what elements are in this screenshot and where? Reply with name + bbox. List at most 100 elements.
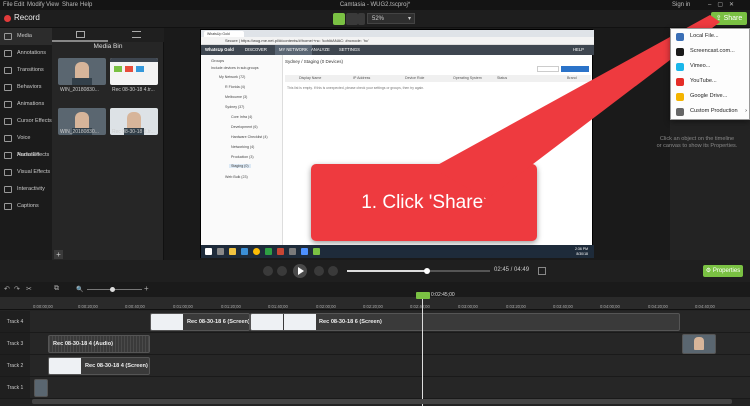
tree-item: Networking (4) xyxy=(231,145,255,149)
share-menu-custom-production[interactable]: Custom Production › xyxy=(671,104,750,119)
sidebar-item-audio-effects[interactable]: Audio Effects xyxy=(0,147,52,164)
timeline-clip[interactable]: Rec 08-30-18 6 (Screen) xyxy=(150,313,250,331)
redo-icon[interactable]: ↷ xyxy=(14,285,20,293)
cut-icon[interactable]: ✂ xyxy=(26,285,32,293)
window-controls[interactable]: –▢✕ xyxy=(708,0,740,10)
sidebar-item-animations[interactable]: Animations xyxy=(0,96,52,113)
media-thumbnail[interactable] xyxy=(58,58,106,85)
timeline-clip[interactable]: Rec 08-30-18 4 (Screen) xyxy=(48,357,150,375)
ruler-tick: 0:03:40;00 xyxy=(553,304,573,309)
timeline-clip[interactable] xyxy=(34,379,48,397)
timeline-clip-webcam[interactable] xyxy=(682,334,716,354)
zoom-in-icon[interactable]: + xyxy=(144,284,149,293)
ruler-tick: 0:04:40;00 xyxy=(695,304,715,309)
properties-button[interactable]: ⚙ Properties xyxy=(703,265,743,277)
col-ip-address: IP Address xyxy=(353,76,371,80)
microphone-icon xyxy=(4,135,12,142)
rewind-icon[interactable] xyxy=(277,266,287,276)
sidebar-item-annotations[interactable]: Annotations xyxy=(0,45,52,62)
ruler-tick: 0:04:20;00 xyxy=(648,304,668,309)
properties-label: Properties xyxy=(712,268,741,274)
windows-taskbar: 2:36 PM 8/30/18 xyxy=(201,245,594,258)
sidebar-item-captions[interactable]: Captions xyxy=(0,198,52,215)
sidebar-item-cursor-effects[interactable]: Cursor Effects xyxy=(0,113,52,130)
sidebar-item-interactivity[interactable]: Interactivity xyxy=(0,181,52,198)
track-3[interactable]: Track 3 Rec 08-30-18 4 (Audio) xyxy=(0,333,750,355)
timeline-zoom-handle[interactable] xyxy=(110,287,115,292)
app-brand: WhatsUp Gold xyxy=(205,47,234,52)
google-drive-icon xyxy=(676,93,684,101)
zoom-select[interactable]: 52% ▾ xyxy=(367,13,415,24)
record-button[interactable]: Record xyxy=(14,13,40,22)
track-2[interactable]: Track 2 Rec 08-30-18 4 (Screen) xyxy=(0,355,750,377)
share-menu-local-file[interactable]: Local File... xyxy=(671,29,750,44)
split-icon[interactable]: ⧉ xyxy=(54,285,59,293)
crop-tool-icon[interactable] xyxy=(358,13,365,25)
sidebar-item-visual-effects[interactable]: Visual Effects xyxy=(0,164,52,181)
timeline-clip[interactable]: Rec 08-30-18 6 (Screen) xyxy=(250,313,680,331)
tab-library[interactable] xyxy=(108,28,164,42)
display-map-button xyxy=(561,66,589,72)
dashboard-tile xyxy=(136,66,144,72)
browser-tab-strip: WhatsUp Gold xyxy=(201,30,594,37)
fullscreen-icon[interactable] xyxy=(538,267,546,275)
tree-item: My Network (72) xyxy=(219,75,246,79)
pan-tool-icon[interactable] xyxy=(346,13,358,25)
clip-label: Rec 08-30-18 4 (Screen) xyxy=(85,363,148,369)
share-menu-youtube[interactable]: YouTube... xyxy=(671,74,750,89)
vimeo-icon xyxy=(676,63,684,71)
select-tool-icon[interactable] xyxy=(333,13,345,25)
media-thumbnail[interactable] xyxy=(110,58,158,85)
tree-item: Development (6) xyxy=(231,125,258,129)
sidebar-item-behaviors[interactable]: Behaviors xyxy=(0,79,52,96)
sidebar-item-voice-narration[interactable]: Voice Narration xyxy=(0,130,52,158)
track-label: Track 1 xyxy=(0,377,30,398)
sign-in-link[interactable]: Sign in xyxy=(672,0,690,10)
clip-label: Rec 08-30-18 6 (Screen) xyxy=(187,319,250,325)
ruler-tick: 0:02:00;00 xyxy=(316,304,336,309)
ruler-tick: 0:01:00;00 xyxy=(173,304,193,309)
timeline-clip[interactable]: Rec 08-30-18 4 (Audio) xyxy=(48,335,150,353)
ruler-tick: 0:01:20;00 xyxy=(221,304,241,309)
share-menu-screencast[interactable]: Screencast.com... xyxy=(671,44,750,59)
taskbar-clock: 2:36 PM 8/30/18 xyxy=(575,247,588,256)
play-icon xyxy=(298,267,304,275)
playhead-line xyxy=(422,299,423,406)
forward-icon[interactable] xyxy=(314,266,324,276)
undo-icon[interactable]: ↶ xyxy=(4,285,10,293)
share-button[interactable]: ⇪ Share xyxy=(711,12,747,25)
zoom-out-icon[interactable]: 🔍 xyxy=(76,286,83,293)
record-icon[interactable] xyxy=(4,15,11,22)
person-thumbnail-icon xyxy=(694,337,704,350)
track-label: Track 3 xyxy=(0,333,30,354)
step-back-icon[interactable] xyxy=(263,266,273,276)
dashboard-tile xyxy=(125,66,133,72)
zoom-value: 52% xyxy=(372,16,385,22)
track-4[interactable]: Track 4 Rec 08-30-18 6 (Screen) Rec 08-3… xyxy=(0,311,750,333)
step-forward-icon[interactable] xyxy=(328,266,338,276)
share-menu-vimeo[interactable]: Vimeo... xyxy=(671,59,750,74)
timeline-scrollbar[interactable] xyxy=(32,399,732,404)
share-label: Share xyxy=(723,15,743,22)
film-icon xyxy=(4,33,12,40)
tree-item: Web Bulk (23) xyxy=(225,175,248,179)
playback-time: 02:45 / 04:49 xyxy=(494,267,530,273)
nav-my-network: MY NETWORK xyxy=(275,45,312,55)
timeline-ruler[interactable]: 0:00:00;00 0:00:20;00 0:00:40;00 0:01:00… xyxy=(0,297,750,310)
share-menu-label: Local File... xyxy=(690,33,719,39)
sidebar-item-media[interactable]: Media xyxy=(0,28,52,45)
ruler-tick: 0:00:40;00 xyxy=(125,304,145,309)
add-media-button[interactable]: + xyxy=(54,250,63,259)
nav-settings: SETTINGS xyxy=(339,47,360,52)
track-1[interactable]: Track 1 xyxy=(0,377,750,399)
share-menu-google-drive[interactable]: Google Drive... xyxy=(671,89,750,104)
play-button[interactable] xyxy=(293,264,307,278)
ruler-tick: 0:03:20;00 xyxy=(506,304,526,309)
playhead-handle[interactable] xyxy=(416,292,430,299)
annotation-icon xyxy=(4,50,12,57)
share-menu-label: Screencast.com... xyxy=(690,48,735,54)
sidebar-item-transitions[interactable]: Transitions xyxy=(0,62,52,79)
scrub-handle[interactable] xyxy=(424,268,430,274)
app-navigation: WhatsUp Gold DISCOVER MY NETWORK ANALYZE… xyxy=(201,45,594,55)
tab-media-bin[interactable] xyxy=(52,28,108,42)
